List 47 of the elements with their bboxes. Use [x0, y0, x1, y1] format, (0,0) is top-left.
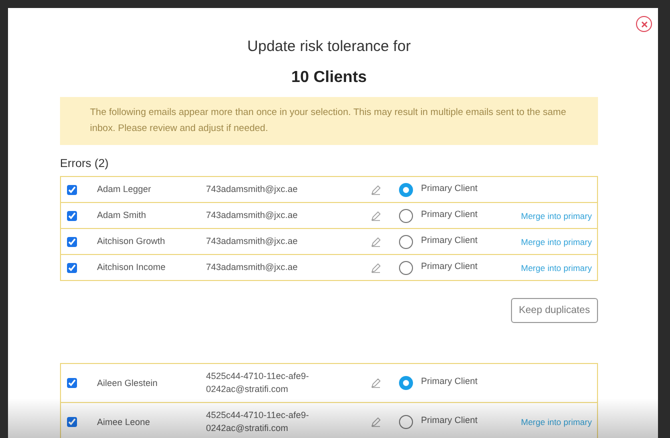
primary-label: Primary Client	[420, 182, 479, 192]
primary-label: Primary Client	[420, 415, 479, 425]
pencil-icon[interactable]	[371, 378, 381, 388]
client-email: 743adamsmith@jxc.ae	[206, 183, 299, 196]
keep-duplicates-button[interactable]: Keep duplicates	[510, 298, 598, 323]
primary-label: Primary Client	[420, 376, 479, 386]
row-checkbox[interactable]	[67, 378, 77, 388]
row-checkbox[interactable]	[67, 236, 77, 246]
client-email: 743adamsmith@jxc.ae	[206, 261, 299, 274]
dialog-subtitle: 10 Clients	[290, 69, 368, 87]
primary-radio[interactable]	[399, 234, 413, 248]
close-icon	[640, 20, 648, 28]
client-email: 743adamsmith@jxc.ae	[206, 209, 299, 222]
warning-message: The following emails appear more than once in your selection. This may result in multiple emails sent to the same inbox. Please review and adjust if needed.	[60, 97, 598, 145]
row-checkbox[interactable]	[67, 210, 77, 220]
merge-link[interactable]: Merge into primary	[521, 236, 592, 246]
pencil-icon[interactable]	[371, 184, 381, 194]
client-email: 743adamsmith@jxc.ae	[206, 235, 299, 248]
client-name: Aimee Leone	[97, 416, 152, 428]
dialog-title: Update risk tolerance for	[246, 38, 412, 55]
primary-label: Primary Client	[420, 234, 479, 244]
errors-heading: Errors (2)	[60, 158, 110, 170]
primary-radio[interactable]	[399, 260, 413, 274]
merge-link[interactable]: Merge into primary	[521, 210, 592, 220]
client-name: Adam Smith	[97, 209, 148, 222]
primary-label: Primary Client	[420, 260, 479, 270]
row-checkbox[interactable]	[67, 262, 77, 272]
primary-radio[interactable]	[399, 415, 413, 429]
close-button[interactable]	[636, 16, 652, 32]
pencil-icon[interactable]	[371, 417, 381, 427]
pencil-icon[interactable]	[371, 210, 381, 220]
client-email: 4525c44-4710-11ec-afe9-0242ac@stratifi.com	[206, 409, 310, 435]
client-email: 4525c44-4710-11ec-afe9-0242ac@stratifi.com	[206, 370, 310, 396]
merge-link[interactable]: Merge into primary	[521, 417, 592, 427]
row-checkbox[interactable]	[67, 417, 77, 427]
primary-label: Primary Client	[420, 208, 479, 218]
client-name: Adam Legger	[97, 183, 152, 196]
primary-radio[interactable]	[399, 208, 413, 222]
client-name: Aitchison Income	[97, 261, 167, 274]
pencil-icon[interactable]	[371, 262, 381, 272]
pencil-icon[interactable]	[371, 236, 381, 246]
primary-radio[interactable]	[399, 182, 413, 196]
row-checkbox[interactable]	[67, 184, 77, 194]
primary-radio[interactable]	[399, 376, 413, 390]
client-name: Aileen Glestein	[97, 376, 159, 390]
merge-link[interactable]: Merge into primary	[521, 262, 592, 272]
client-name: Aitchison Growth	[97, 235, 166, 248]
